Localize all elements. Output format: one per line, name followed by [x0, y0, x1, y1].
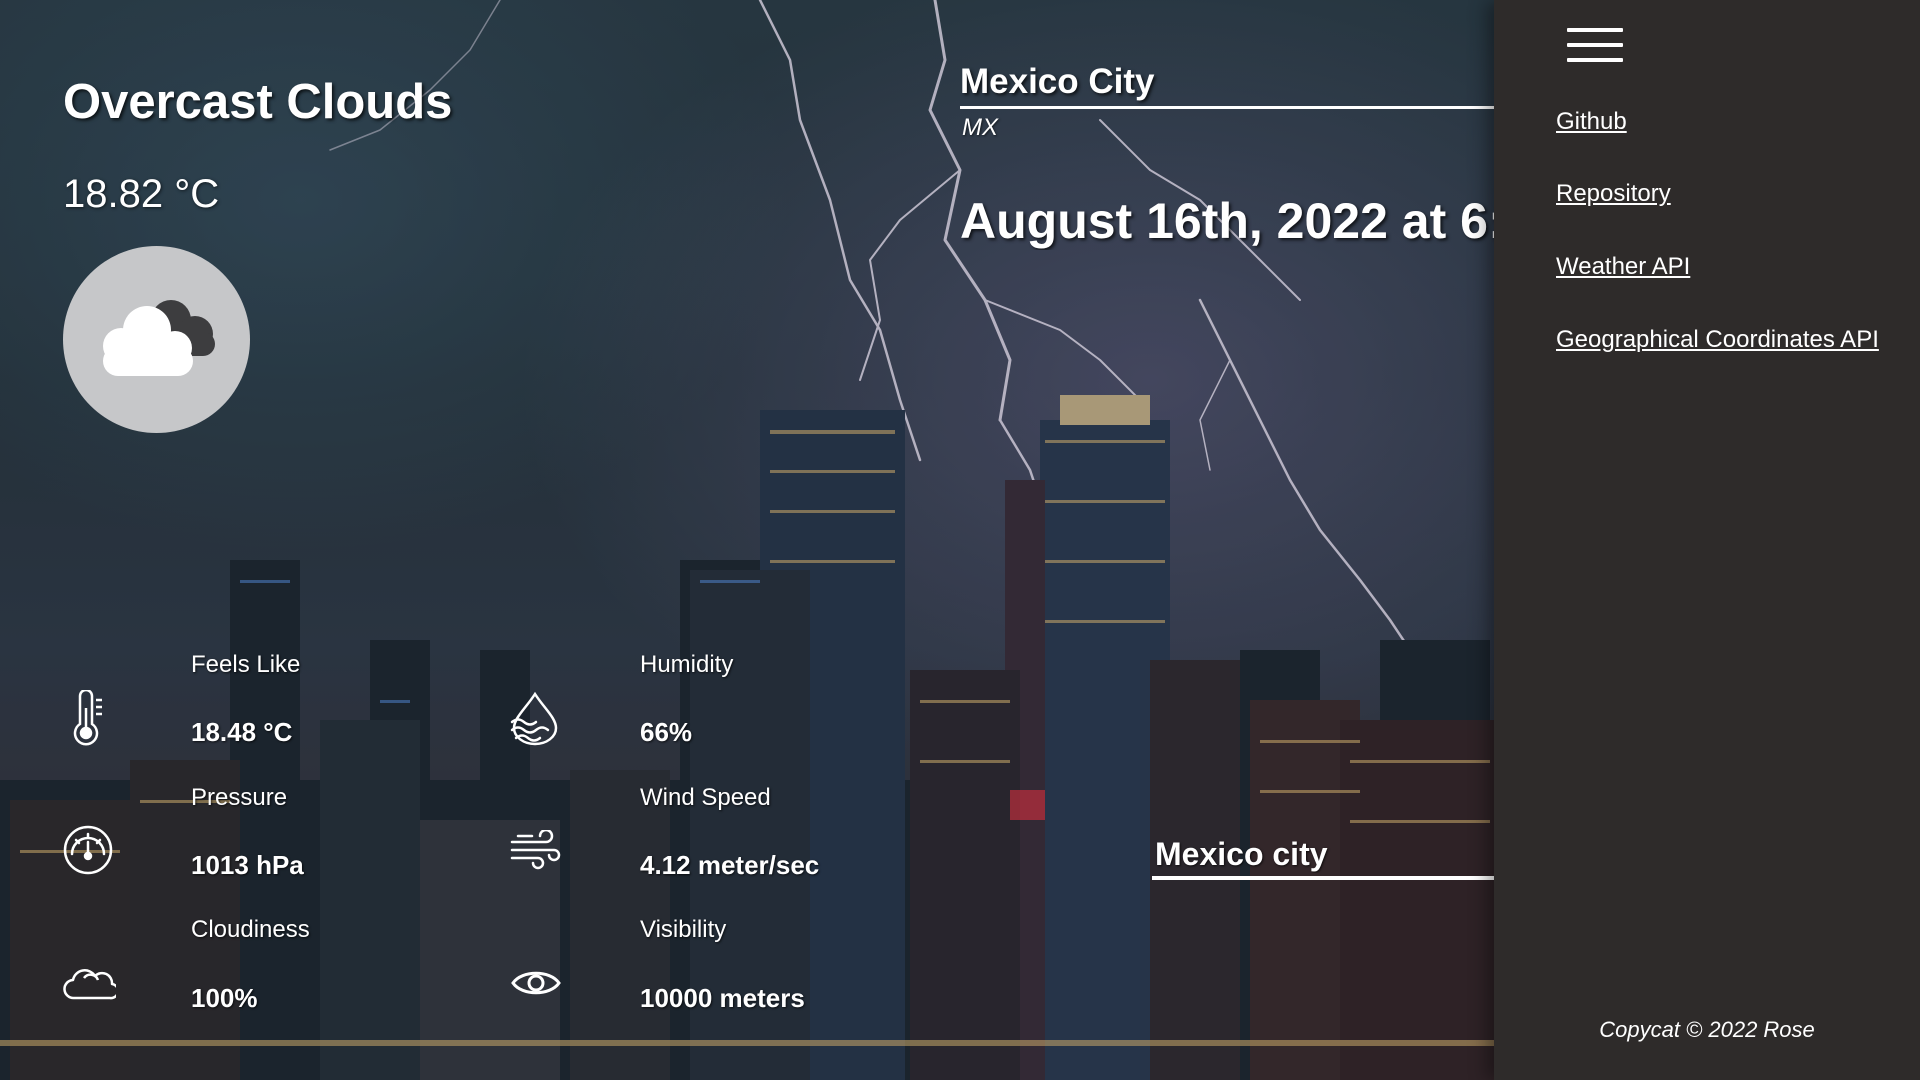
sidebar-link-weather-api[interactable]: Weather API — [1556, 253, 1690, 281]
cloudiness-label: Cloudiness — [191, 916, 310, 943]
cloud-icon — [63, 969, 116, 1000]
sidebar-link-geo-coordinates-api[interactable]: Geographical Coordinates API — [1556, 326, 1879, 354]
pressure-label: Pressure — [191, 784, 288, 811]
city-name: Mexico City — [960, 62, 1155, 101]
city-search-input[interactable] — [1152, 834, 1494, 880]
copyright-footer: Copycat © 2022 Rose — [1599, 1017, 1815, 1042]
weather-condition: Overcast Clouds — [63, 75, 453, 129]
wind-speed-label: Wind Speed — [640, 784, 771, 811]
humidity-value: 66% — [640, 717, 693, 747]
current-temperature: 18.82 °C — [63, 172, 220, 216]
city-underline-divider — [960, 106, 1494, 109]
date-time: August 16th, 2022 at 6:00 — [960, 193, 1494, 249]
pressure-value: 1013 hPa — [191, 850, 304, 880]
hamburger-menu-icon[interactable] — [1567, 28, 1623, 64]
weather-icon-container — [63, 246, 250, 433]
sidebar-link-repository[interactable]: Repository — [1556, 180, 1671, 208]
cloudiness-value: 100% — [191, 983, 258, 1013]
sidebar-link-github[interactable]: Github — [1556, 108, 1627, 136]
overcast-cloud-icon — [103, 300, 215, 376]
feels-like-label: Feels Like — [191, 651, 301, 678]
eye-icon — [511, 971, 561, 995]
humidity-label: Humidity — [640, 651, 734, 678]
wind-icon — [510, 830, 561, 870]
country-code: MX — [962, 114, 998, 141]
sidebar-menu: Github Repository Weather API Geographic… — [1494, 0, 1920, 1080]
gauge-icon — [63, 825, 113, 875]
thermometer-icon — [73, 690, 102, 746]
humidity-icon — [510, 691, 558, 746]
visibility-label: Visibility — [640, 916, 727, 943]
feels-like-value: 18.48 °C — [191, 717, 293, 747]
visibility-value: 10000 meters — [640, 983, 805, 1013]
wind-speed-value: 4.12 meter/sec — [640, 850, 820, 880]
